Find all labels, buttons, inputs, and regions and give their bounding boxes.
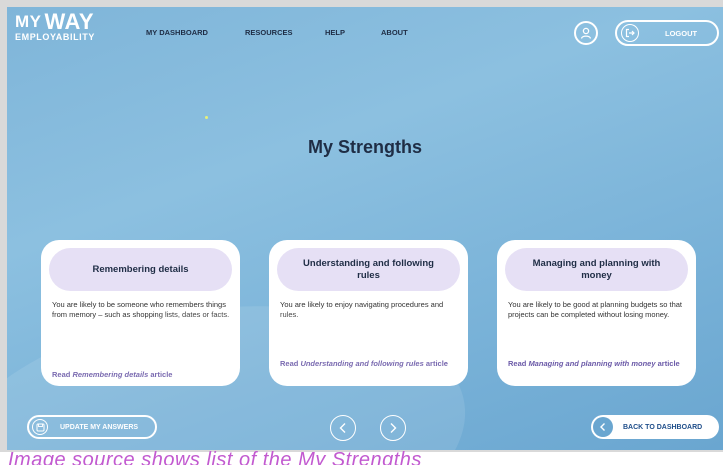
app-logo[interactable]: MY WAY EMPLOYABILITY (15, 9, 95, 43)
profile-button[interactable] (574, 21, 598, 45)
image-caption: Image source shows list of the My Streng… (8, 449, 422, 465)
link-title: Remembering details (72, 370, 149, 379)
back-to-dashboard-label: BACK TO DASHBOARD (623, 423, 703, 431)
chevron-left-icon (593, 417, 613, 437)
card-description: You are likely to be someone who remembe… (52, 300, 230, 319)
card-heading: Remembering details (49, 248, 232, 291)
previous-button[interactable] (330, 415, 356, 441)
link-prefix: Read (280, 359, 301, 368)
decorative-dot (205, 116, 208, 119)
link-suffix: article (148, 370, 173, 379)
card-heading: Managing and planning with money (505, 248, 688, 291)
update-answers-button[interactable]: UPDATE MY ANSWERS (27, 415, 157, 439)
logo-text-my: MY (15, 12, 42, 31)
page-title: My Strengths (307, 137, 422, 157)
nav-about[interactable]: ABOUT (381, 28, 408, 37)
strength-card: Understanding and following rules You ar… (269, 240, 468, 386)
strength-card: Remembering details You are likely to be… (41, 240, 240, 386)
nav-help[interactable]: HELP (325, 28, 345, 37)
card-article-link[interactable]: Read Understanding and following rules a… (280, 359, 460, 369)
logo-text-way: WAY (44, 9, 95, 34)
update-answers-label: UPDATE MY ANSWERS (60, 423, 139, 431)
strength-card: Managing and planning with money You are… (497, 240, 696, 386)
card-heading: Understanding and following rules (277, 248, 460, 291)
link-title: Managing and planning with money (528, 359, 656, 368)
app-screen: MY WAY EMPLOYABILITY MY DASHBOARD RESOUR… (7, 7, 723, 450)
back-to-dashboard-button[interactable]: BACK TO DASHBOARD (591, 415, 719, 439)
card-description: You are likely to enjoy navigating proce… (280, 300, 444, 319)
chevron-right-icon (390, 423, 397, 433)
logout-label: LOGOUT (665, 28, 698, 38)
nav-resources[interactable]: RESOURCES (245, 28, 293, 37)
link-suffix: article (423, 359, 448, 368)
chevron-left-icon (339, 423, 346, 433)
save-icon (32, 419, 48, 435)
logout-icon (621, 24, 639, 42)
link-prefix: Read (52, 370, 73, 379)
logout-button[interactable]: LOGOUT (615, 20, 719, 46)
nav-my-dashboard[interactable]: MY DASHBOARD (146, 28, 208, 37)
user-icon (580, 27, 592, 39)
next-button[interactable] (380, 415, 406, 441)
card-article-link[interactable]: Read Remembering details article (52, 370, 232, 380)
link-title: Understanding and following rules (300, 359, 424, 368)
link-suffix: article (655, 359, 680, 368)
card-article-link[interactable]: Read Managing and planning with money ar… (508, 359, 688, 369)
card-description: You are likely to be good at planning bu… (508, 300, 683, 319)
link-prefix: Read (508, 359, 529, 368)
